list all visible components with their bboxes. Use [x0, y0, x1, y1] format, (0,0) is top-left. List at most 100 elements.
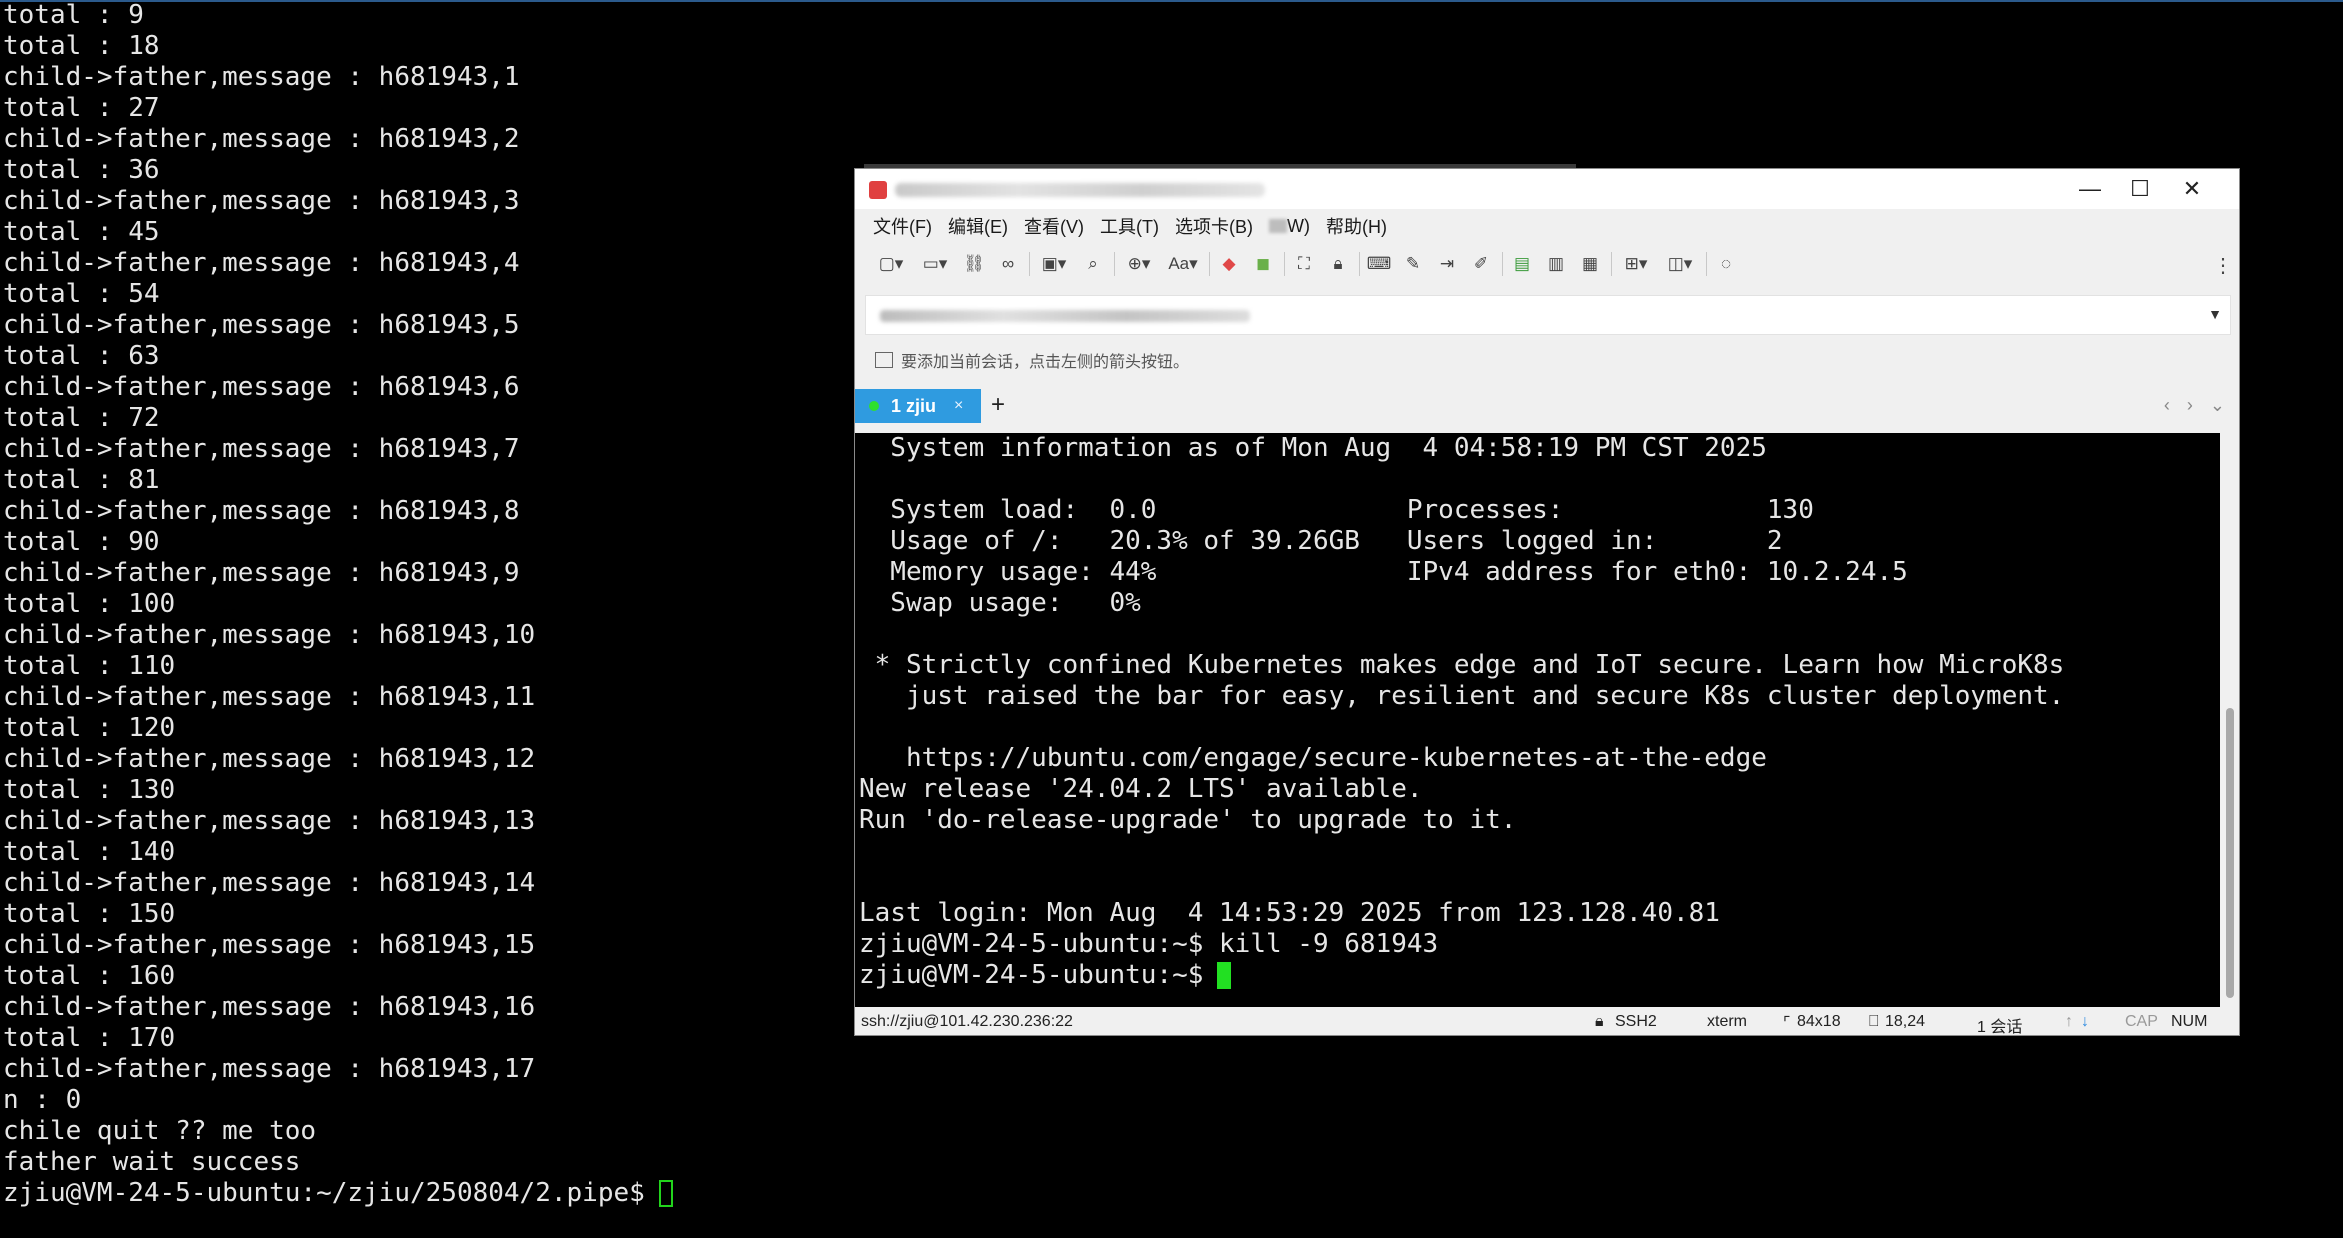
connected-status-icon	[869, 401, 879, 411]
terminal-line: total : 170	[3, 1023, 176, 1053]
terminal-line: total : 130	[3, 775, 176, 805]
terminal-cursor	[658, 1180, 673, 1207]
search-icon[interactable]: ⌕	[1080, 251, 1106, 277]
open-folder-icon[interactable]: ▭▾	[917, 251, 953, 277]
disconnect-icon[interactable]: ⛓	[961, 251, 987, 277]
status-bar: ssh://zjiu@101.42.230.236:22 🔒︎ SSH2 xte…	[855, 1007, 2239, 1036]
terminal-scrollbar[interactable]	[2220, 433, 2239, 1007]
lock-icon[interactable]: 🔒︎	[1325, 251, 1351, 277]
session-hint-text: 要添加当前会话，点击左侧的箭头按钮。	[901, 354, 1190, 371]
redacted-icon	[1268, 218, 1287, 233]
xftp-transfer-icon[interactable]: ◼	[1250, 251, 1276, 277]
menu-edit[interactable]: 编辑(E)	[948, 213, 1008, 239]
terminal-line: child->father,message : h681943,3	[3, 186, 520, 216]
terminal-line: Swap usage: 0%	[859, 588, 1141, 618]
terminal-line: total : 45	[3, 217, 160, 247]
tab-navigation[interactable]: ‹ › ⌄	[2164, 395, 2231, 416]
terminal-line: total : 72	[3, 403, 160, 433]
terminal-line: child->father,message : h681943,9	[3, 558, 520, 588]
compose-icon[interactable]: ✎	[1400, 251, 1426, 277]
layout-icon[interactable]: ◫▾	[1662, 251, 1698, 277]
menu-window-label: W)	[1286, 215, 1310, 236]
lock-icon: 🔒︎	[1595, 1013, 1604, 1030]
terminal-line: chile quit ?? me too	[3, 1116, 317, 1146]
tab-session-zjiu[interactable]: 1 zjiu ×	[855, 389, 981, 423]
tab-bar: 1 zjiu × + ‹ › ⌄	[855, 389, 2239, 423]
terminal-line: total : 160	[3, 961, 176, 991]
terminal-prompt: zjiu@VM-24-5-ubuntu:~$	[859, 960, 1204, 990]
new-session-icon[interactable]: ▢▾	[873, 251, 909, 277]
menu-view[interactable]: 查看(V)	[1024, 213, 1084, 239]
globe-icon[interactable]: ⊕▾	[1121, 251, 1157, 277]
chat-icon[interactable]: ◌	[1713, 251, 1739, 277]
terminal-line: total : 100	[3, 589, 176, 619]
terminal-line: total : 18	[3, 31, 160, 61]
close-button[interactable]: ✕	[2157, 169, 2227, 209]
toolbar-separator	[1611, 252, 1612, 276]
terminal-prompt-line[interactable]: zjiu@VM-24-5-ubuntu:~$	[859, 960, 2220, 991]
add-tab-button[interactable]: +	[991, 391, 1005, 419]
resize-icon: ⌜	[1783, 1015, 1791, 1032]
terminal-line: child->father,message : h681943,1	[3, 62, 520, 92]
reconnect-icon[interactable]: ∞	[995, 251, 1021, 277]
toolbar-separator	[1114, 252, 1115, 276]
terminal-line: child->father,message : h681943,7	[3, 434, 520, 464]
add-session-icon[interactable]	[875, 352, 893, 368]
address-bar[interactable]: ▼	[865, 295, 2231, 335]
menu-window[interactable]: W)	[1268, 215, 1310, 237]
fullscreen-icon[interactable]: ⛶	[1291, 251, 1317, 277]
menu-tools-label[interactable]: 工具(T)	[1100, 213, 1159, 239]
send-icon[interactable]: ⇥	[1434, 251, 1460, 277]
toolbar: ▢▾ ▭▾ ⛓ ∞ ▣▾ ⌕ ⊕▾ Aa▾ ◆ ◼ ⛶ 🔒︎ ⌨ ✎ ⇥ ✐ ▤…	[855, 243, 2239, 285]
terminal-line: System load: 0.0 Processes: 130	[859, 495, 1814, 525]
dropdown-arrow-icon[interactable]: ▼	[2208, 306, 2222, 322]
font-icon[interactable]: Aa▾	[1165, 251, 1201, 277]
terminal-cursor	[1217, 962, 1232, 989]
download-arrow-icon: ↓	[2081, 1013, 2089, 1030]
terminal-line: Last login: Mon Aug 4 14:53:29 2025 from…	[859, 898, 1720, 928]
terminal-prompt-line[interactable]: zjiu@VM-24-5-ubuntu:~/zjiu/250804/2.pipe…	[3, 1178, 863, 1209]
terminal-line: total : 140	[3, 837, 176, 867]
xftp-icon[interactable]: ◆	[1216, 251, 1242, 277]
menu-tabs[interactable]: 选项卡(B)	[1175, 213, 1253, 239]
terminal-line: child->father,message : h681943,2	[3, 124, 520, 154]
window-icon[interactable]: ▣▾	[1036, 251, 1072, 277]
title-bar[interactable]: — ☐ ✕	[855, 169, 2239, 209]
log-icon[interactable]: ▤	[1509, 251, 1535, 277]
status-protocol: SSH2	[1615, 1013, 1657, 1030]
notes-icon[interactable]: ▦	[1577, 251, 1603, 277]
ssh-terminal[interactable]: System information as of Mon Aug 4 04:58…	[855, 433, 2220, 1007]
scrollbar-thumb[interactable]	[2226, 708, 2234, 998]
terminal-line: child->father,message : h681943,13	[3, 806, 536, 836]
menu-file[interactable]: 文件(F)	[873, 213, 932, 239]
print-icon[interactable]: ▥	[1543, 251, 1569, 277]
status-size: 84x18	[1797, 1013, 1841, 1030]
menu-bar: 文件(F) 编辑(E) 查看(V) 选项卡(B) 工具(T) 选项卡(B) W)…	[855, 209, 2239, 243]
terminal-line: child->father,message : h681943,11	[3, 682, 536, 712]
new-tab-icon[interactable]: ⊞▾	[1618, 251, 1654, 277]
terminal-line: total : 81	[3, 465, 160, 495]
terminal-line: Memory usage: 44% IPv4 address for eth0:…	[859, 557, 1908, 587]
title-text-redacted	[895, 183, 1265, 197]
xshell-window[interactable]: — ☐ ✕ 文件(F) 编辑(E) 查看(V) 选项卡(B) 工具(T) 选项卡…	[854, 168, 2240, 1036]
keyboard-icon[interactable]: ⌨	[1366, 251, 1392, 277]
terminal-line: child->father,message : h681943,6	[3, 372, 520, 402]
terminal-line: total : 110	[3, 651, 176, 681]
terminal-line: https://ubuntu.com/engage/secure-kuberne…	[859, 743, 1767, 773]
terminal-line: total : 63	[3, 341, 160, 371]
app-icon	[869, 181, 887, 199]
terminal-line: father wait success	[3, 1147, 301, 1177]
more-icon[interactable]: ⋮	[2213, 253, 2233, 278]
terminal-line: New release '24.04.2 LTS' available.	[859, 774, 1423, 804]
script-icon[interactable]: ✐	[1468, 251, 1494, 277]
terminal-line: total : 54	[3, 279, 160, 309]
background-terminal[interactable]: total : 9 total : 18 child->father,message…	[3, 0, 863, 1238]
terminal-line: * Strictly confined Kubernetes makes edg…	[859, 650, 2065, 680]
cursor-position-icon: ⎕	[1869, 1013, 1879, 1030]
terminal-prompt: zjiu@VM-24-5-ubuntu:~/zjiu/250804/2.pipe…	[3, 1178, 645, 1208]
status-connection: ssh://zjiu@101.42.230.236:22	[861, 1013, 1073, 1030]
menu-help[interactable]: 帮助(H)	[1326, 213, 1387, 239]
tab-close-icon[interactable]: ×	[954, 397, 963, 415]
terminal-line: total : 27	[3, 93, 160, 123]
